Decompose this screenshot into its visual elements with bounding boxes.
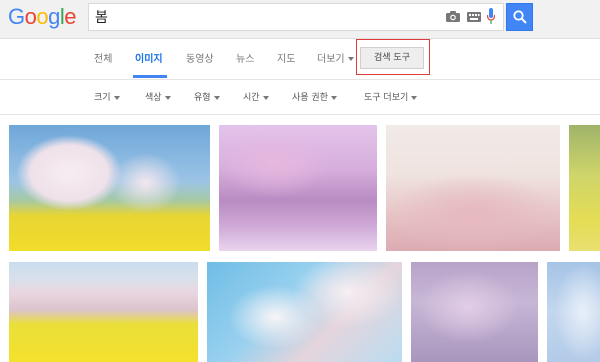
tab-maps[interactable]: 지도 xyxy=(277,52,295,68)
camera-icon[interactable] xyxy=(446,11,460,22)
filter-color[interactable]: 색상 xyxy=(145,90,171,103)
chevron-down-icon xyxy=(262,95,269,100)
tab-news[interactable]: 뉴스 xyxy=(236,52,254,68)
highlight-box xyxy=(356,39,430,75)
filter-label: 도구 더보기 xyxy=(364,93,409,103)
filter-label: 색상 xyxy=(145,93,162,103)
logo-letter: G xyxy=(8,4,25,29)
filter-size[interactable]: 크기 xyxy=(94,90,120,103)
filter-more-tools[interactable]: 도구 더보기 xyxy=(364,90,418,103)
top-bar: Google xyxy=(0,0,600,39)
logo-letter: o xyxy=(36,4,49,29)
tab-more[interactable]: 더보기 xyxy=(317,52,354,68)
chevron-down-icon xyxy=(347,57,354,61)
chevron-down-icon xyxy=(213,95,220,100)
search-button[interactable] xyxy=(506,3,533,31)
image-result[interactable] xyxy=(9,262,198,362)
filter-label: 사용 권한 xyxy=(292,93,328,103)
image-result[interactable] xyxy=(411,262,538,362)
chevron-down-icon xyxy=(113,95,120,100)
mic-icon[interactable] xyxy=(487,8,495,25)
filter-label: 유형 xyxy=(194,93,211,103)
filter-label: 크기 xyxy=(94,93,111,103)
google-logo[interactable]: Google xyxy=(8,3,77,31)
chevron-down-icon xyxy=(164,95,171,100)
search-icon xyxy=(513,10,527,24)
filter-usage-rights[interactable]: 사용 권한 xyxy=(292,90,337,103)
filter-label: 시간 xyxy=(243,93,260,103)
logo-letter: o xyxy=(24,4,37,29)
chevron-down-icon xyxy=(411,95,418,100)
image-result[interactable] xyxy=(207,262,402,362)
tab-images[interactable]: 이미지 xyxy=(135,52,163,68)
image-result[interactable] xyxy=(219,125,377,251)
image-result[interactable] xyxy=(547,262,600,362)
image-result[interactable] xyxy=(9,125,210,251)
logo-letter: g xyxy=(48,4,60,29)
image-result[interactable] xyxy=(386,125,560,251)
tab-videos[interactable]: 동영상 xyxy=(186,52,214,68)
chevron-down-icon xyxy=(330,95,337,100)
search-input[interactable] xyxy=(95,7,425,27)
search-tabs: 전체 이미지 동영상 뉴스 지도 더보기 xyxy=(0,39,600,80)
tab-all[interactable]: 전체 xyxy=(94,52,112,68)
search-box xyxy=(88,3,504,31)
image-result[interactable] xyxy=(569,125,600,251)
logo-letter: e xyxy=(64,4,77,29)
tab-more-label: 더보기 xyxy=(317,54,345,65)
filter-bar: 크기 색상 유형 시간 사용 권한 도구 더보기 xyxy=(0,80,600,115)
filter-time[interactable]: 시간 xyxy=(243,90,269,103)
active-tab-indicator xyxy=(133,75,167,78)
filter-type[interactable]: 유형 xyxy=(194,90,220,103)
keyboard-icon[interactable] xyxy=(467,12,481,22)
